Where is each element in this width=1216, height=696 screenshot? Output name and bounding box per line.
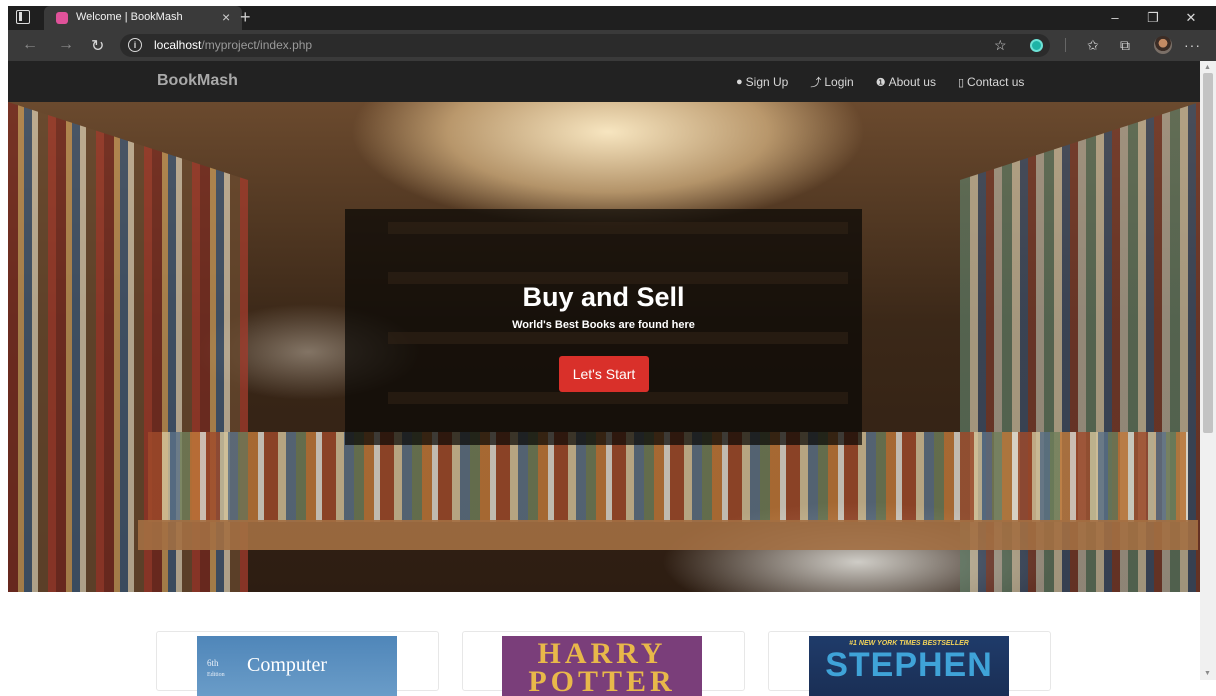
address-toolbar: ← → ↻ i localhost/myproject/index.php ☆ … [8, 30, 1216, 61]
book-edition-number: 6th [207, 658, 219, 668]
page-scrollbar[interactable]: ▲ ▼ [1200, 61, 1216, 680]
nav-contact-label: Contact us [967, 75, 1025, 89]
book-card[interactable]: 6th Edition Computer [156, 631, 439, 696]
login-icon: ⤴ [810, 77, 822, 89]
hero-title: Buy and Sell [522, 282, 685, 312]
scroll-thumb[interactable] [1203, 73, 1213, 433]
close-window-button[interactable]: ✕ [1172, 6, 1210, 30]
tab-title: Welcome | BookMash [76, 11, 183, 23]
tab-actions-icon[interactable] [16, 10, 30, 24]
hero-subtitle: World's Best Books are found here [512, 319, 695, 331]
nav-login-label: Login [824, 75, 854, 89]
collections-icon[interactable]: ⧉ [1120, 37, 1130, 53]
browser-tab[interactable]: Welcome | BookMash × [44, 6, 242, 30]
book-cover: #1 NEW YORK TIMES BESTSELLER STEPHEN [809, 636, 1009, 696]
nav-signup-label: Sign Up [745, 75, 789, 89]
book-edition: 6th Edition [207, 658, 225, 678]
hero-shelf-board [138, 520, 1198, 550]
site-navbar: BookMash ● Sign Up ⤴ Login ❶ About us ▯ … [8, 61, 1200, 102]
minimize-button[interactable]: – [1096, 6, 1134, 30]
read-aloud-icon[interactable]: ☆ [994, 37, 1007, 53]
book-cover: HARRY POTTER [502, 636, 702, 696]
hero-banner: Buy and Sell World's Best Books are foun… [8, 102, 1200, 592]
nav-links: ● Sign Up ⤴ Login ❶ About us ▯ Contact u… [736, 74, 1046, 90]
browser-titlebar: Welcome | BookMash × + – ❐ ✕ [8, 6, 1216, 30]
back-arrow-icon[interactable]: ← [22, 36, 38, 54]
window-controls: – ❐ ✕ [1096, 6, 1210, 30]
book-edition-label: Edition [207, 672, 225, 678]
site-info-icon[interactable]: i [128, 38, 142, 52]
nav-signup-link[interactable]: ● Sign Up [736, 74, 788, 90]
nav-about-label: About us [888, 75, 936, 89]
book-cover-title: HARRY POTTER [528, 637, 676, 696]
hero-bookshelf-front [148, 432, 1188, 522]
info-icon: ❶ [875, 76, 886, 89]
hero-overlay-card: Buy and Sell World's Best Books are foun… [345, 209, 862, 445]
toolbar-separator [1065, 38, 1066, 52]
book-card[interactable]: #1 NEW YORK TIMES BESTSELLER STEPHEN [768, 631, 1051, 696]
book-cover-title: Computer [247, 654, 327, 676]
url-bar[interactable]: i localhost/myproject/index.php [120, 34, 1050, 57]
lets-start-button[interactable]: Let's Start [559, 356, 649, 392]
forward-arrow-icon[interactable]: → [58, 36, 74, 54]
user-icon: ● [736, 76, 743, 88]
nav-about-link[interactable]: ❶ About us [876, 74, 936, 90]
url-path: /myproject/index.php [201, 38, 313, 52]
nav-login-link[interactable]: ⤴ Login [810, 74, 853, 90]
tab-close-icon[interactable]: × [222, 9, 230, 25]
more-icon[interactable]: ··· [1184, 37, 1201, 53]
scroll-down-icon[interactable]: ▼ [1204, 670, 1211, 677]
profile-avatar[interactable] [1154, 36, 1172, 54]
url-text[interactable]: localhost/myproject/index.php [154, 38, 312, 52]
new-tab-button[interactable]: + [240, 6, 251, 28]
nav-contact-link[interactable]: ▯ Contact us [958, 74, 1024, 90]
phone-icon: ▯ [957, 76, 965, 89]
favicon-icon [56, 12, 68, 24]
scroll-up-icon[interactable]: ▲ [1204, 64, 1211, 71]
book-cards: 6th Edition Computer HARRY POTTER #1 NEW … [0, 631, 1200, 696]
maximize-button[interactable]: ❐ [1134, 6, 1172, 30]
book-card[interactable]: HARRY POTTER [462, 631, 745, 696]
favorites-icon[interactable]: ✩ [1087, 37, 1099, 53]
book-cover-title: STEPHEN [825, 646, 993, 684]
extension-icon[interactable] [1030, 39, 1043, 52]
url-host: localhost [154, 38, 202, 52]
book-cover: 6th Edition Computer [197, 636, 397, 696]
reload-icon[interactable]: ↻ [91, 36, 104, 56]
brand-logo[interactable]: BookMash [157, 72, 238, 90]
